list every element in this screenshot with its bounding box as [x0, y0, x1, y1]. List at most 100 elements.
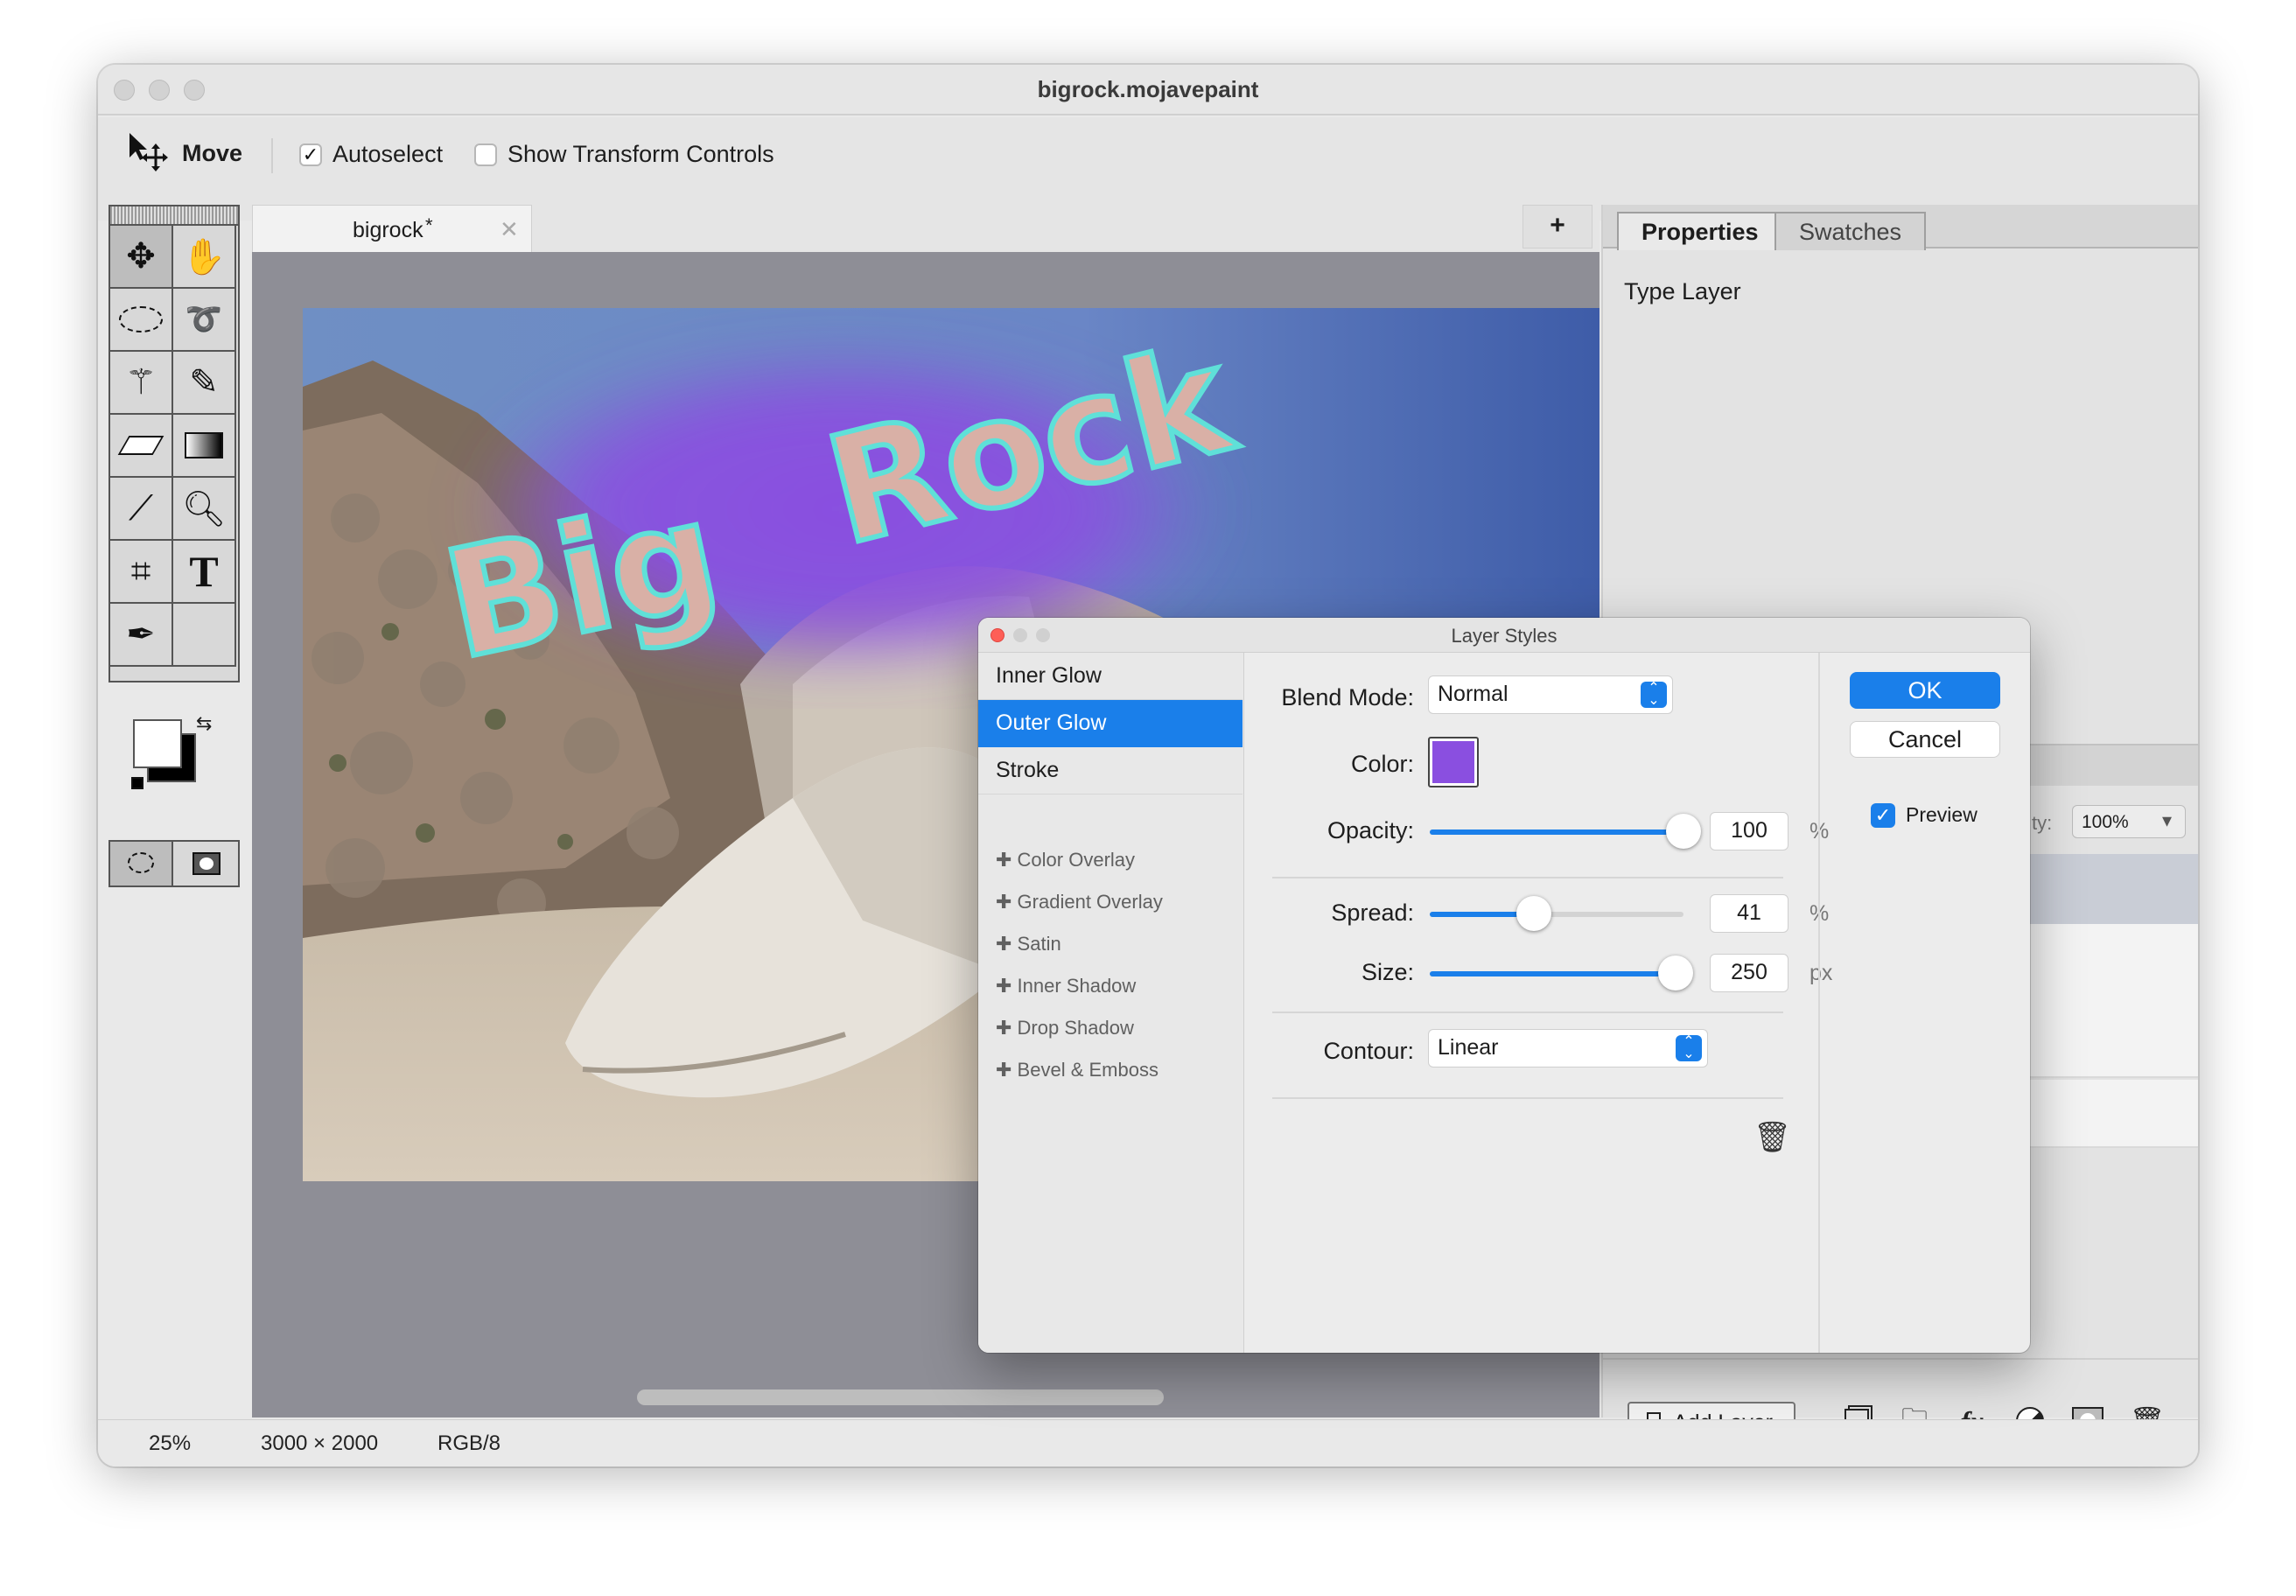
- document-tab-label: bigrock: [353, 218, 424, 242]
- add-inner-shadow-label: Inner Shadow: [1017, 975, 1137, 997]
- magic-wand-tool-button[interactable]: ⚚: [110, 352, 173, 415]
- contour-value: Linear: [1438, 1035, 1499, 1060]
- pen-tool-button[interactable]: ✒: [110, 604, 173, 667]
- move-tool-button[interactable]: ✥: [110, 226, 173, 289]
- quick-mask-button[interactable]: [175, 842, 238, 886]
- gradient-tool-button[interactable]: [173, 415, 236, 478]
- opacity-label-partial: ty:: [2032, 812, 2053, 834]
- quick-mask-icon: [192, 852, 220, 875]
- effects-list: Inner Glow Outer Glow Stroke ✚ Color Ove…: [978, 653, 1244, 1353]
- tool-name: Move: [182, 140, 243, 166]
- crop-icon: ⌗: [130, 551, 151, 591]
- tab-properties[interactable]: Properties: [1617, 212, 1783, 250]
- divider: [1272, 1012, 1783, 1013]
- pen-icon: ✒: [126, 615, 156, 654]
- plus-icon: ✚: [996, 1059, 1018, 1081]
- add-satin[interactable]: ✚ Satin: [996, 933, 1061, 956]
- standard-mode-icon: [128, 852, 154, 873]
- image-size: 3000 × 2000: [261, 1432, 379, 1455]
- ok-button[interactable]: OK: [1850, 672, 2000, 709]
- delete-effect-icon[interactable]: 🗑︎: [1754, 1120, 1791, 1155]
- spread-input[interactable]: 41: [1710, 894, 1788, 933]
- add-color-overlay[interactable]: ✚ Color Overlay: [996, 849, 1135, 872]
- color-label: Color:: [1350, 751, 1414, 777]
- add-bevel-emboss[interactable]: ✚ Bevel & Emboss: [996, 1059, 1158, 1082]
- add-inner-shadow[interactable]: ✚ Inner Shadow: [996, 975, 1136, 998]
- opacity-slider-fill: [1430, 830, 1684, 835]
- divider: [1272, 877, 1783, 878]
- standard-mode-button[interactable]: [110, 842, 173, 886]
- updown-chevron-icon: ⌃ ⌄: [1676, 1035, 1702, 1061]
- opacity-input[interactable]: 100: [1710, 812, 1788, 850]
- show-transform-checkbox[interactable]: [474, 144, 497, 166]
- glow-color-well[interactable]: [1428, 737, 1479, 788]
- zoom-tool-button[interactable]: 🔍︎: [173, 478, 236, 541]
- move-tool-icon: [130, 133, 168, 172]
- foreground-color-swatch[interactable]: [133, 719, 182, 768]
- modified-indicator: *: [425, 214, 433, 236]
- eraser-icon: [117, 436, 164, 455]
- add-satin-label: Satin: [1017, 933, 1061, 955]
- size-slider-track[interactable]: [1430, 971, 1684, 976]
- document-tab[interactable]: bigrock * ✕: [252, 205, 532, 257]
- toolbox: ✥ ✋ ➰ ⚚ ✎ ⟋ 🔍︎ ⌗ T ✒: [108, 205, 240, 682]
- add-gradient-overlay[interactable]: ✚ Gradient Overlay: [996, 891, 1163, 914]
- spread-slider-knob[interactable]: [1516, 896, 1551, 931]
- new-tab-button[interactable]: +: [1522, 205, 1592, 248]
- spread-slider-track[interactable]: [1430, 912, 1684, 917]
- hand-icon: ✋: [182, 237, 226, 276]
- preview-label: Preview: [1906, 803, 1978, 826]
- effect-stroke[interactable]: Stroke: [978, 747, 1242, 794]
- add-drop-shadow[interactable]: ✚ Drop Shadow: [996, 1017, 1134, 1040]
- blend-mode-select[interactable]: Normal ⌃ ⌄: [1428, 676, 1673, 714]
- swap-colors-icon[interactable]: ⇆: [196, 712, 212, 735]
- effect-outer-glow[interactable]: Outer Glow: [978, 700, 1242, 747]
- add-drop-shadow-label: Drop Shadow: [1017, 1017, 1134, 1039]
- tab-swatches[interactable]: Swatches: [1774, 212, 1927, 250]
- magic-wand-icon: ⚚: [125, 363, 157, 402]
- magnifier-icon: 🔍︎: [181, 489, 227, 528]
- autoselect-checkbox[interactable]: ✓: [299, 144, 322, 166]
- size-input[interactable]: 250: [1710, 954, 1788, 992]
- contour-label: Contour:: [1323, 1038, 1414, 1064]
- size-unit: px: [1810, 961, 1833, 985]
- lasso-tool-button[interactable]: ➰: [173, 289, 236, 352]
- zoom-level[interactable]: 25%: [149, 1432, 191, 1456]
- horizontal-scrollbar[interactable]: [637, 1390, 1164, 1405]
- contour-select[interactable]: Linear ⌃ ⌄: [1428, 1029, 1708, 1068]
- plus-icon: ✚: [996, 849, 1018, 871]
- preview-checkbox[interactable]: ✓: [1871, 803, 1895, 828]
- brush-tool-button[interactable]: ✎: [173, 352, 236, 415]
- cancel-button[interactable]: Cancel: [1850, 721, 2000, 758]
- toolbox-grip[interactable]: [110, 206, 238, 226]
- default-colors-icon[interactable]: [131, 777, 144, 789]
- hand-tool-button[interactable]: ✋: [173, 226, 236, 289]
- divider: [1272, 1097, 1783, 1099]
- type-icon: T: [189, 547, 219, 596]
- eyedropper-tool-button[interactable]: ⟋: [110, 478, 173, 541]
- close-icon[interactable]: ✕: [500, 216, 519, 243]
- opacity-slider-track[interactable]: [1430, 830, 1684, 835]
- title-bar: bigrock.mojavepaint: [98, 65, 2198, 116]
- type-tool-button[interactable]: T: [173, 541, 236, 604]
- lasso-icon: ➰: [185, 303, 223, 336]
- size-slider-knob[interactable]: [1658, 956, 1694, 990]
- plus-icon: ✚: [996, 1017, 1018, 1039]
- spread-label: Spread:: [1331, 900, 1414, 926]
- show-transform-label: Show Transform Controls: [508, 141, 774, 167]
- plus-icon: ✚: [996, 975, 1018, 997]
- layer-opacity-field[interactable]: 100% ▾: [2072, 805, 2186, 838]
- updown-chevron-icon: ⌃ ⌄: [1641, 682, 1667, 708]
- add-bevel-emboss-label: Bevel & Emboss: [1017, 1059, 1158, 1081]
- eraser-tool-button[interactable]: [110, 415, 173, 478]
- layer-opacity-value: 100%: [2082, 812, 2129, 832]
- dialog-title-bar: Layer Styles: [978, 618, 2030, 653]
- properties-title: Type Layer: [1624, 278, 1741, 304]
- effect-inner-glow[interactable]: Inner Glow: [978, 653, 1242, 700]
- gradient-icon: [185, 432, 223, 458]
- size-slider-fill: [1430, 971, 1676, 976]
- crop-tool-button[interactable]: ⌗: [110, 541, 173, 604]
- blend-mode-label: Blend Mode:: [1281, 684, 1414, 710]
- opacity-slider-knob[interactable]: [1666, 814, 1701, 849]
- marquee-tool-button[interactable]: [110, 289, 173, 352]
